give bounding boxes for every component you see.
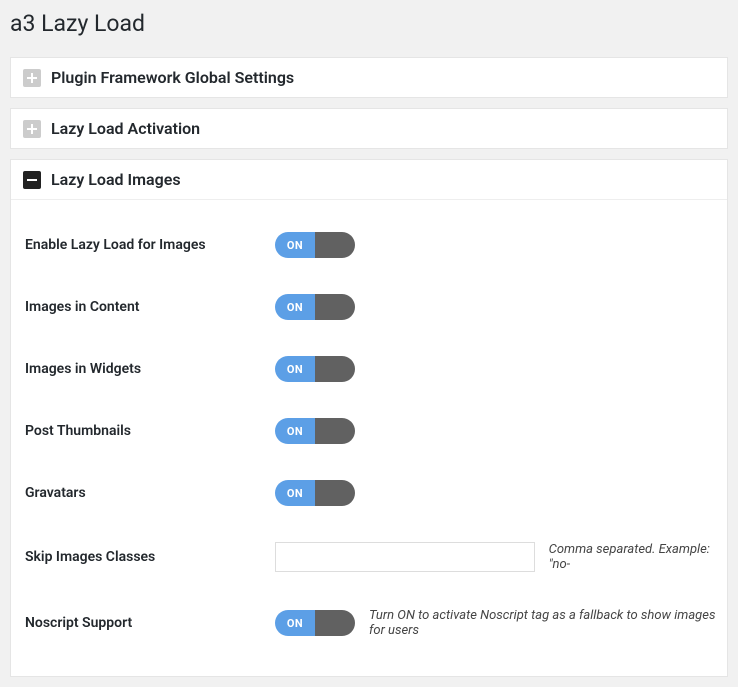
toggle-enable-images[interactable]: ON [275, 232, 355, 258]
panel-lazy-load-images: Lazy Load Images Enable Lazy Load for Im… [10, 159, 728, 677]
toggle-on-label: ON [275, 610, 315, 636]
expand-icon [23, 69, 41, 87]
toggle-gravatars[interactable]: ON [275, 480, 355, 506]
toggle-off-part [315, 232, 355, 258]
setting-gravatars: Gravatars ON [25, 462, 727, 524]
panel-body: Enable Lazy Load for Images ON Images in… [11, 200, 727, 676]
panel-header[interactable]: Lazy Load Images [11, 160, 727, 200]
toggle-noscript[interactable]: ON [275, 610, 355, 636]
panel-global-settings[interactable]: Plugin Framework Global Settings [10, 57, 728, 98]
helper-text: Turn ON to activate Noscript tag as a fa… [369, 608, 727, 638]
toggle-on-label: ON [275, 356, 315, 382]
toggle-off-part [315, 480, 355, 506]
setting-noscript: Noscript Support ON Turn ON to activate … [25, 590, 727, 656]
setting-enable-images: Enable Lazy Load for Images ON [25, 210, 727, 276]
toggle-off-part [315, 294, 355, 320]
toggle-off-part [315, 610, 355, 636]
toggle-off-part [315, 418, 355, 444]
helper-text: Comma separated. Example: "no- [549, 542, 727, 572]
setting-post-thumbnails: Post Thumbnails ON [25, 400, 727, 462]
setting-label: Images in Content [25, 299, 275, 315]
toggle-post-thumbnails[interactable]: ON [275, 418, 355, 444]
toggle-on-label: ON [275, 418, 315, 444]
toggle-on-label: ON [275, 232, 315, 258]
panel-title: Plugin Framework Global Settings [51, 68, 294, 87]
setting-label: Post Thumbnails [25, 423, 275, 439]
setting-label: Gravatars [25, 485, 275, 501]
collapse-icon [23, 171, 41, 189]
setting-images-content: Images in Content ON [25, 276, 727, 338]
toggle-images-content[interactable]: ON [275, 294, 355, 320]
setting-label: Skip Images Classes [25, 549, 275, 565]
setting-label: Noscript Support [25, 615, 275, 631]
toggle-on-label: ON [275, 294, 315, 320]
setting-label: Enable Lazy Load for Images [25, 237, 275, 253]
skip-classes-input[interactable] [275, 542, 535, 572]
setting-label: Images in Widgets [25, 361, 275, 377]
setting-images-widgets: Images in Widgets ON [25, 338, 727, 400]
toggle-on-label: ON [275, 480, 315, 506]
toggle-off-part [315, 356, 355, 382]
panel-activation[interactable]: Lazy Load Activation [10, 108, 728, 149]
panel-title: Lazy Load Images [51, 170, 181, 189]
setting-skip-classes: Skip Images Classes Comma separated. Exa… [25, 524, 727, 590]
panel-title: Lazy Load Activation [51, 119, 200, 138]
toggle-images-widgets[interactable]: ON [275, 356, 355, 382]
expand-icon [23, 120, 41, 138]
page-title: a3 Lazy Load [0, 0, 738, 47]
